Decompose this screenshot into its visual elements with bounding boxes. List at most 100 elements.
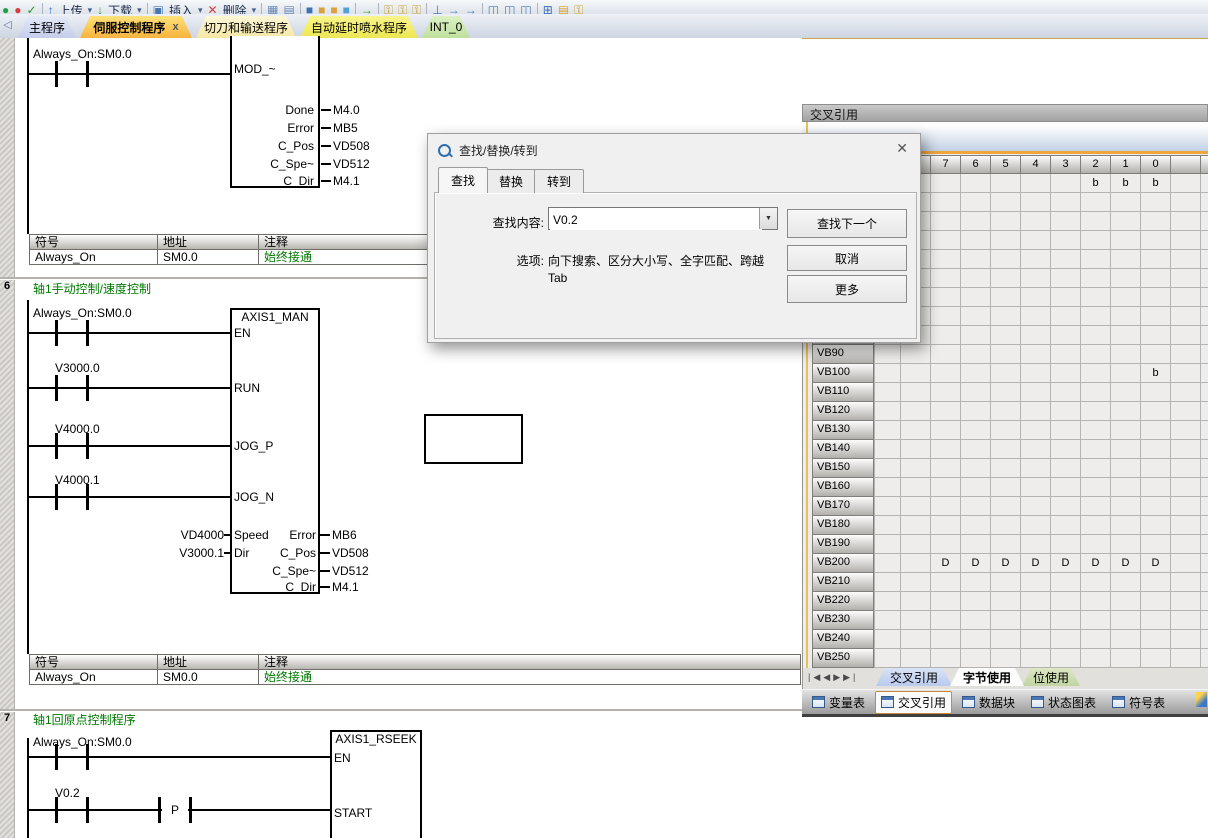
crossref-cell[interactable] — [1021, 592, 1051, 611]
crossref-cell[interactable] — [1201, 402, 1208, 421]
crossref-row-label[interactable]: VB230 — [812, 611, 874, 630]
crossref-cell[interactable] — [1201, 345, 1208, 364]
crossref-cell[interactable] — [961, 535, 991, 554]
crossref-cell[interactable] — [1171, 307, 1201, 326]
crossref-cell[interactable] — [1081, 345, 1111, 364]
crossref-cell[interactable] — [1141, 497, 1171, 516]
combo-dropdown-icon[interactable]: ▼ — [759, 208, 777, 229]
crossref-cell[interactable] — [961, 307, 991, 326]
crossref-cell[interactable] — [1051, 478, 1081, 497]
crossref-cell[interactable] — [1201, 212, 1208, 231]
crossref-cell[interactable] — [901, 421, 931, 440]
crossref-cell[interactable] — [901, 554, 931, 573]
crossref-cell[interactable]: D — [931, 554, 961, 573]
crossref-cell[interactable] — [1051, 250, 1081, 269]
crossref-cell[interactable] — [961, 364, 991, 383]
crossref-cell[interactable]: b — [1111, 174, 1141, 193]
crossref-cell[interactable] — [1201, 231, 1208, 250]
crossref-cell[interactable] — [901, 573, 931, 592]
crossref-cell[interactable] — [1021, 288, 1051, 307]
component-button-5[interactable]: 符号表 — [1106, 691, 1171, 714]
program-tab-4[interactable]: 自动延时喷水程序 — [300, 16, 418, 38]
crossref-nav-buttons[interactable]: |◀◀▶▶| — [808, 672, 874, 686]
crossref-cell[interactable] — [1171, 193, 1201, 212]
crossref-cell[interactable] — [931, 402, 961, 421]
crossref-cell[interactable] — [1141, 288, 1171, 307]
crossref-cell[interactable] — [1171, 440, 1201, 459]
crossref-cell[interactable] — [931, 212, 961, 231]
crossref-cell[interactable] — [1111, 535, 1141, 554]
crossref-cell[interactable] — [1051, 440, 1081, 459]
crossref-cell[interactable] — [1051, 193, 1081, 212]
crossref-cell[interactable]: D — [1141, 554, 1171, 573]
crossref-cell[interactable] — [1081, 212, 1111, 231]
crossref-cell[interactable] — [1081, 269, 1111, 288]
crossref-cell[interactable] — [991, 535, 1021, 554]
crossref-cell[interactable] — [931, 573, 961, 592]
crossref-cell[interactable] — [1171, 459, 1201, 478]
crossref-cell[interactable] — [1201, 573, 1208, 592]
crossref-cell[interactable] — [1171, 554, 1201, 573]
crossref-cell[interactable] — [991, 630, 1021, 649]
crossref-cell[interactable] — [1171, 345, 1201, 364]
crossref-cell[interactable] — [1021, 611, 1051, 630]
crossref-row-label[interactable]: VB200 — [812, 554, 874, 573]
crossref-cell[interactable] — [901, 402, 931, 421]
dialog-tab-2[interactable]: 替换 — [486, 169, 536, 193]
crossref-cell[interactable] — [1171, 269, 1201, 288]
crossref-cell[interactable] — [1021, 193, 1051, 212]
crossref-cell[interactable] — [1141, 250, 1171, 269]
crossref-cell[interactable] — [991, 250, 1021, 269]
crossref-cell[interactable]: D — [961, 554, 991, 573]
tab-scroll-left-button[interactable]: ◁ — [1, 17, 14, 34]
crossref-cell[interactable] — [931, 326, 961, 345]
crossref-cell[interactable] — [1171, 231, 1201, 250]
crossref-cell[interactable] — [1051, 592, 1081, 611]
crossref-cell[interactable] — [1021, 250, 1051, 269]
crossref-cell[interactable] — [961, 345, 991, 364]
crossref-cell[interactable] — [991, 174, 1021, 193]
crossref-cell[interactable] — [875, 516, 901, 535]
crossref-cell[interactable] — [901, 516, 931, 535]
crossref-cell[interactable] — [1021, 478, 1051, 497]
crossref-cell[interactable] — [901, 478, 931, 497]
crossref-cell[interactable] — [1081, 421, 1111, 440]
crossref-cell[interactable] — [1141, 592, 1171, 611]
crossref-cell[interactable] — [1201, 288, 1208, 307]
crossref-cell[interactable] — [931, 649, 961, 668]
crossref-cell[interactable] — [961, 288, 991, 307]
program-tab-1[interactable]: 主程序 — [18, 16, 76, 38]
crossref-row-label[interactable]: VB240 — [812, 630, 874, 649]
crossref-cell[interactable] — [1171, 421, 1201, 440]
crossref-cell[interactable] — [1021, 307, 1051, 326]
crossref-cell[interactable] — [961, 611, 991, 630]
crossref-cell[interactable] — [1171, 630, 1201, 649]
crossref-cell[interactable] — [931, 516, 961, 535]
crossref-cell[interactable] — [1201, 611, 1208, 630]
crossref-cell[interactable] — [1171, 288, 1201, 307]
crossref-cell[interactable] — [1141, 535, 1171, 554]
crossref-cell[interactable] — [1201, 459, 1208, 478]
find-what-combobox[interactable]: ▼ — [548, 207, 778, 230]
crossref-cell[interactable] — [1051, 611, 1081, 630]
crossref-cell[interactable] — [1051, 345, 1081, 364]
crossref-cell[interactable] — [1111, 592, 1141, 611]
crossref-cell[interactable] — [1021, 383, 1051, 402]
crossref-cell[interactable] — [1201, 630, 1208, 649]
crossref-cell[interactable] — [1051, 212, 1081, 231]
crossref-cell[interactable] — [1081, 649, 1111, 668]
crossref-cell[interactable] — [901, 649, 931, 668]
crossref-cell[interactable] — [991, 193, 1021, 212]
crossref-cell[interactable] — [1171, 535, 1201, 554]
crossref-cell[interactable] — [901, 383, 931, 402]
find-next-button[interactable]: 查找下一个 — [787, 209, 907, 238]
insert-button[interactable]: 插入 — [169, 2, 193, 16]
crossref-cell[interactable] — [1201, 649, 1208, 668]
crossref-cell[interactable] — [1111, 421, 1141, 440]
crossref-cell[interactable] — [1171, 573, 1201, 592]
crossref-cell[interactable] — [1111, 440, 1141, 459]
crossref-cell[interactable] — [991, 421, 1021, 440]
crossref-row-label[interactable]: VB170 — [812, 497, 874, 516]
cancel-button[interactable]: 取消 — [787, 245, 907, 271]
upload-button[interactable]: 上传 — [59, 2, 83, 16]
